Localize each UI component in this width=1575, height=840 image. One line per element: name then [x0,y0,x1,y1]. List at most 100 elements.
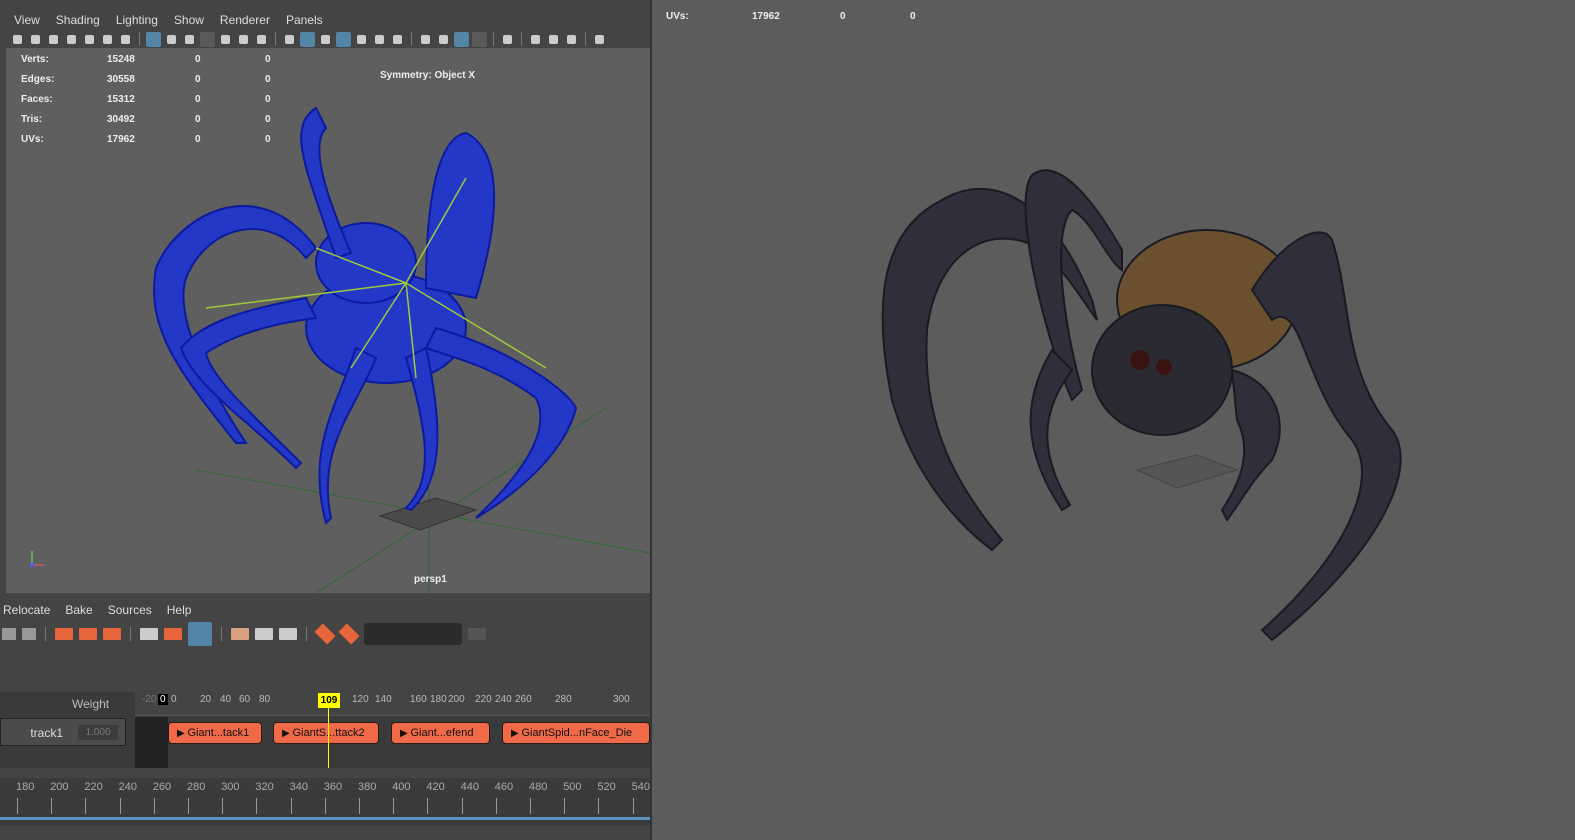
ruler-tick: 220 [475,694,492,705]
ruler-tick: 240 [495,694,512,705]
ambient-occlusion-icon[interactable] [418,32,433,47]
divider [411,32,412,46]
lock-camera-icon[interactable] [28,32,43,47]
shadows-icon[interactable] [390,32,405,47]
start-marker: 0 [158,694,168,705]
menu-sources[interactable]: Sources [105,601,158,619]
render-viewport[interactable]: UVs: 17962 0 0 [652,0,1575,840]
timeline-tick [153,798,155,814]
character-icon[interactable] [255,628,273,640]
xray-icon[interactable] [528,32,543,47]
weight-field[interactable]: 1.000 [78,725,118,740]
zoom-icon[interactable] [100,32,115,47]
grease-pencil-icon[interactable] [118,32,133,47]
film-gate-icon[interactable] [164,32,179,47]
create-clip-icon[interactable] [314,623,336,645]
wireframe-on-shaded-icon[interactable] [336,31,351,47]
perspective-viewport[interactable]: Verts: 15248 0 0 Edges: 30558 0 0 Faces: 15312 0… [6,48,650,593]
ruler-tick: 120 [352,694,369,705]
timeline-tick-label: 200 [50,781,69,793]
group-icon[interactable] [468,628,486,640]
split-clip-icon[interactable] [164,628,182,640]
snap-magnet-icon[interactable] [188,622,212,646]
hud-value: 0 [195,114,201,125]
resolution-gate-icon[interactable] [182,32,197,47]
camera-icon[interactable] [10,32,25,47]
safe-action-icon[interactable] [236,32,251,47]
timeline-tick-label: 400 [392,781,411,793]
playhead-line[interactable] [328,698,329,768]
menu-shading[interactable]: Shading [48,10,108,30]
grid-icon[interactable] [146,31,161,47]
hud-label: Verts: [21,54,49,65]
time-slider[interactable]: 180 200 220 240 260 280 300 320 340 360 380 400 420 4… [0,778,650,826]
skeleton-icon[interactable] [279,628,297,640]
menu-bake[interactable]: Bake [62,601,98,619]
ruler-tick: 60 [239,694,251,705]
viewport-toolbar [6,30,650,48]
timeline-tick [85,798,87,814]
field-chart-icon[interactable] [218,32,233,47]
align-icon[interactable] [2,628,16,640]
menu-renderer[interactable]: Renderer [212,10,278,30]
hud-label: UVs: [666,11,689,22]
camera-attributes-icon[interactable] [46,32,61,47]
divider [521,32,522,46]
clip-3[interactable]: Giant...efend [391,722,490,744]
xray-joints-icon[interactable] [564,32,579,47]
clip-ghost-icon[interactable] [140,628,158,640]
hud-label: Faces: [21,94,53,105]
ruler-tick: -20 [142,694,157,705]
trax-ruler[interactable]: -20 0 0 20 40 60 80 120 140 160 180 200 … [135,692,650,716]
timeline-tick-label: 300 [221,781,240,793]
wireframe-icon[interactable] [282,32,297,47]
camera-name: persp1 [414,574,447,585]
clip-4[interactable]: GiantSpid...nFace_Die [502,722,650,744]
lights-icon[interactable] [372,32,387,47]
menu-lighting[interactable]: Lighting [108,10,166,30]
time-range-bar [0,817,650,820]
motion-blur-icon[interactable] [436,32,451,47]
smooth-shade-icon[interactable] [300,31,315,47]
timeline-tick-label: 360 [323,781,343,793]
timeline-tick [119,798,121,814]
divider [585,32,586,46]
trax-search-field[interactable] [364,623,462,645]
clip-2[interactable]: GiantS...ttack2 [273,722,379,744]
gamma-icon[interactable] [592,32,607,47]
clip-1[interactable]: Giant...tack1 [168,722,262,744]
load-clip-icon[interactable] [338,623,360,645]
current-frame-marker[interactable]: 109 [318,693,340,708]
depth-of-field-icon[interactable] [472,31,487,47]
textured-icon[interactable] [354,32,369,47]
ruler-tick: 80 [259,694,271,705]
xray-active-icon[interactable] [546,32,561,47]
menu-panels[interactable]: Panels [278,10,331,30]
graph-editor-icon[interactable] [231,628,249,640]
right-hud: UVs: 17962 0 0 [666,11,950,22]
menu-view[interactable]: View [6,10,48,30]
image-plane-icon[interactable] [82,32,97,47]
menu-help[interactable]: Help [164,601,198,619]
hud-value: 15312 [107,94,135,105]
ruler-tick: 160 [410,694,427,705]
menu-relocate[interactable]: Relocate [0,601,56,619]
flat-shade-icon[interactable] [318,32,333,47]
maya-left-panel: View Shading Lighting Show Renderer Pane… [0,0,650,840]
timeline-tick-label: 520 [597,781,616,793]
safe-title-icon[interactable] [254,32,269,47]
timeline-tick-label: 180 [16,781,35,793]
anti-alias-icon[interactable] [454,31,469,47]
poly-count-hud: Verts: 15248 0 0 Edges: 30558 0 0 Faces: 15312 0… [21,50,305,150]
timeline-tick [290,798,292,814]
distribute-icon[interactable] [22,628,36,640]
trim-before-icon[interactable] [55,628,73,640]
menu-show[interactable]: Show [166,10,212,30]
gate-mask-icon[interactable] [200,31,215,47]
trim-after-icon[interactable] [103,628,121,640]
bookmark-icon[interactable] [64,32,79,47]
timeline-tick-label: 380 [358,781,377,793]
timeline-tick [427,798,429,814]
isolate-select-icon[interactable] [500,32,515,47]
trim-icon[interactable] [79,628,97,640]
